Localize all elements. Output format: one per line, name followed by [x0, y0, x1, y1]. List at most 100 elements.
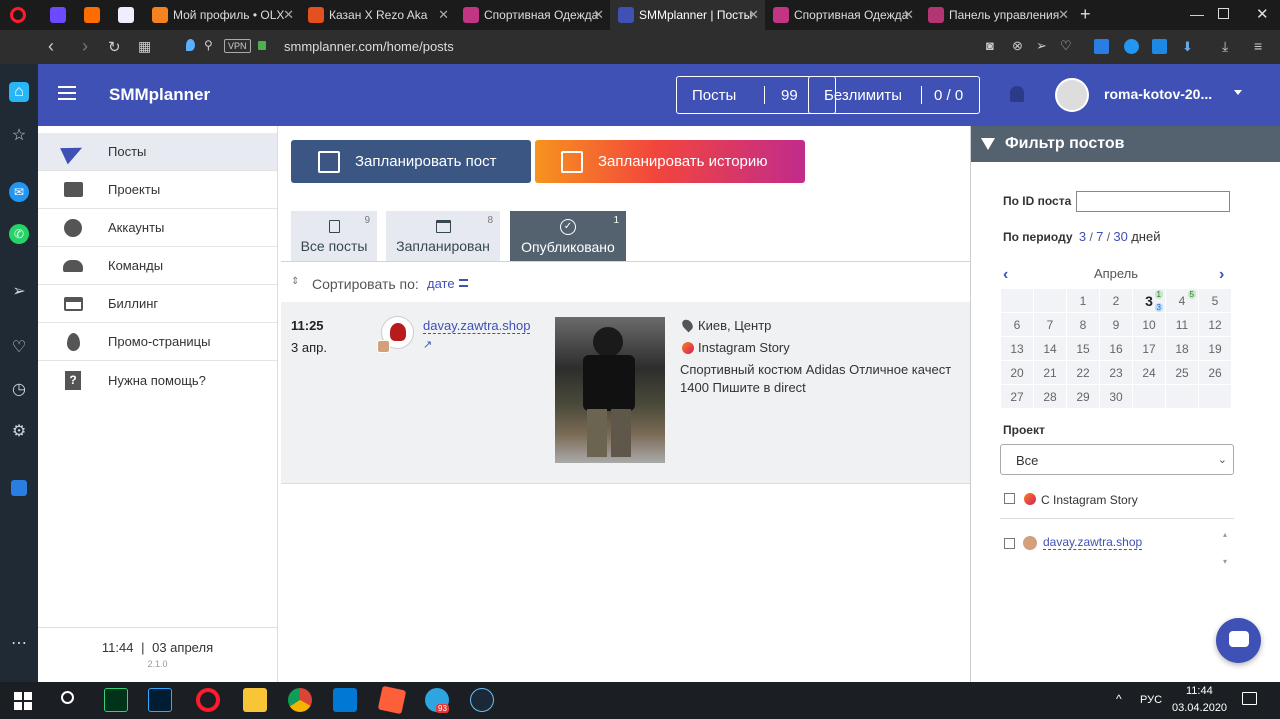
camera-icon[interactable]: ◙: [986, 38, 994, 53]
audition-icon[interactable]: [104, 688, 128, 712]
account-option-link[interactable]: davay.zawtra.shop: [1043, 535, 1143, 550]
calendar-day[interactable]: 14: [1033, 336, 1067, 361]
browser-tab-active[interactable]: SMMplanner | Посты ✕: [610, 0, 765, 30]
sidebar-item-billing[interactable]: Биллинг: [38, 285, 277, 323]
calendar-next-icon[interactable]: ›: [1219, 266, 1224, 284]
browser-tab[interactable]: Мой профиль • OLX ✕: [144, 0, 300, 30]
calendar-day[interactable]: 10: [1132, 312, 1166, 337]
close-icon[interactable]: ✕: [903, 7, 914, 23]
opera-icon[interactable]: [196, 688, 220, 712]
calendar-day[interactable]: 30: [1099, 384, 1133, 409]
external-link-icon[interactable]: ↗: [423, 338, 432, 351]
calendar-day[interactable]: 7: [1033, 312, 1067, 337]
brand-title[interactable]: SMMplanner: [109, 85, 210, 105]
file-explorer-icon[interactable]: [243, 688, 267, 712]
send-icon[interactable]: ➢: [9, 282, 29, 302]
post-id-input[interactable]: [1076, 191, 1230, 212]
menu-icon[interactable]: ≡: [1254, 38, 1262, 54]
translate-icon[interactable]: [11, 480, 27, 496]
pinned-tab-icon[interactable]: [118, 7, 134, 23]
pinned-tab-icon[interactable]: [50, 7, 66, 23]
chrome-icon[interactable]: [288, 688, 312, 712]
url-field[interactable]: smmplanner.com/home/posts: [284, 39, 454, 54]
whatsapp-icon[interactable]: ✆: [9, 224, 29, 244]
schedule-post-button[interactable]: Запланировать пост: [291, 140, 531, 183]
home-icon[interactable]: ⌂: [9, 82, 29, 102]
account-checkbox[interactable]: [1004, 538, 1015, 549]
extension-icon[interactable]: ⬇: [1182, 39, 1193, 55]
close-icon[interactable]: ✕: [1058, 7, 1069, 23]
calendar-day[interactable]: 23: [1099, 360, 1133, 385]
pinned-tab-icon[interactable]: [84, 7, 100, 23]
tab-scheduled[interactable]: 8 Запланирован: [386, 211, 500, 262]
speed-dial-icon[interactable]: ▦: [138, 38, 151, 55]
more-icon[interactable]: ⋯: [9, 634, 29, 654]
language-indicator[interactable]: РУС: [1140, 694, 1162, 706]
calendar-day[interactable]: 45: [1165, 288, 1199, 313]
browser-tab[interactable]: Спортивная Одежда ✕: [455, 0, 610, 30]
new-tab-icon[interactable]: +: [1080, 4, 1091, 25]
calendar-day[interactable]: 17: [1132, 336, 1166, 361]
avatar[interactable]: [1055, 78, 1089, 112]
calendar-day[interactable]: 313: [1132, 288, 1166, 313]
calendar-day[interactable]: 9: [1099, 312, 1133, 337]
sidebar-item-posts[interactable]: Посты: [38, 133, 277, 171]
sidebar-item-projects[interactable]: Проекты: [38, 171, 277, 209]
calendar-day[interactable]: 26: [1198, 360, 1232, 385]
post-row[interactable]: 11:25 3 апр. davay.zawtra.shop ↗ Киев, Ц…: [281, 302, 970, 484]
extension-icon[interactable]: [1124, 39, 1139, 54]
chevron-down-icon[interactable]: [1234, 90, 1242, 95]
minimize-icon[interactable]: —: [1190, 6, 1204, 22]
calendar-day[interactable]: 12: [1198, 312, 1232, 337]
clock-icon[interactable]: ◷: [9, 380, 29, 400]
calendar-day[interactable]: 1: [1066, 288, 1100, 313]
calendar-day[interactable]: 11: [1165, 312, 1199, 337]
calendar-day[interactable]: 25: [1165, 360, 1199, 385]
account-checkbox[interactable]: [1004, 493, 1015, 504]
download-icon[interactable]: ⤓: [1222, 38, 1228, 55]
tab-published[interactable]: 1 ✓ Опубликовано: [510, 211, 626, 262]
close-icon[interactable]: ✕: [748, 7, 759, 23]
opera-logo-icon[interactable]: [10, 7, 26, 23]
app-icon[interactable]: [377, 685, 407, 715]
extension-icon[interactable]: [1094, 39, 1109, 54]
calendar-day[interactable]: 19: [1198, 336, 1232, 361]
steam-icon[interactable]: [470, 688, 494, 712]
hamburger-menu-icon[interactable]: [58, 86, 76, 100]
clock-time[interactable]: 11:44: [1186, 685, 1213, 697]
calendar-day[interactable]: 5: [1198, 288, 1232, 313]
mail-icon[interactable]: [333, 688, 357, 712]
clock-date[interactable]: 03.04.2020: [1172, 702, 1227, 714]
windows-start-icon[interactable]: [14, 692, 32, 710]
calendar-day[interactable]: 18: [1165, 336, 1199, 361]
calendar-day[interactable]: 24: [1132, 360, 1166, 385]
notification-bell-icon[interactable]: [1010, 86, 1024, 102]
send-icon[interactable]: ➢: [1036, 38, 1047, 54]
star-icon[interactable]: ☆: [9, 126, 29, 146]
username[interactable]: roma-kotov-20...: [1104, 86, 1212, 102]
tray-chevron-icon[interactable]: ^: [1116, 692, 1122, 706]
period-3-link[interactable]: 3: [1079, 229, 1086, 244]
browser-tab[interactable]: Панель управления ✕: [920, 0, 1075, 30]
account-list-scrollbar[interactable]: ▴ ▾: [1220, 530, 1230, 578]
close-icon[interactable]: ✕: [438, 7, 449, 23]
calendar-day[interactable]: 22: [1066, 360, 1100, 385]
close-window-icon[interactable]: ✕: [1256, 5, 1269, 23]
browser-tab[interactable]: Казан X Rezo Aka ✕: [300, 0, 455, 30]
heart-icon[interactable]: ♡: [1060, 38, 1072, 54]
calendar-day[interactable]: 15: [1066, 336, 1100, 361]
limits-button[interactable]: Безлимиты 0 / 0: [808, 76, 980, 114]
vpn-badge[interactable]: VPN: [224, 39, 251, 53]
close-icon[interactable]: ✕: [283, 7, 294, 23]
forward-icon[interactable]: ›: [82, 36, 88, 57]
maximize-icon[interactable]: [1218, 8, 1229, 19]
project-select[interactable]: Все ⌄: [1000, 444, 1234, 475]
heart-icon[interactable]: ♡: [9, 338, 29, 358]
reload-icon[interactable]: ↻: [108, 38, 121, 56]
calendar-day[interactable]: 20: [1000, 360, 1034, 385]
sidebar-item-accounts[interactable]: Аккаунты: [38, 209, 277, 247]
account-link[interactable]: davay.zawtra.shop: [423, 318, 531, 334]
chat-button[interactable]: [1216, 618, 1261, 663]
photoshop-icon[interactable]: [148, 688, 172, 712]
calendar-day[interactable]: 27: [1000, 384, 1034, 409]
